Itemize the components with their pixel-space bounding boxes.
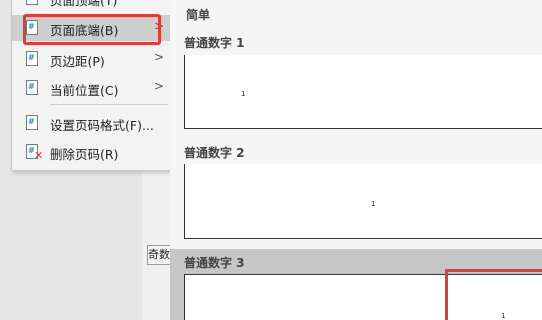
page-number-icon: # bbox=[26, 80, 38, 95]
menu-item-label: 页面顶端(T) bbox=[50, 0, 118, 8]
submenu-arrow-icon: > bbox=[154, 0, 164, 3]
page-number-preview: 1 bbox=[371, 200, 376, 208]
menu-separator bbox=[50, 104, 168, 105]
menu-item-label: 设置页码格式(F)... bbox=[50, 118, 154, 133]
gallery-option-plain-number-1[interactable]: 1 bbox=[184, 55, 542, 129]
gallery-option-title: 普通数字 3 bbox=[184, 256, 245, 270]
gallery-option-plain-number-2[interactable]: 1 bbox=[184, 164, 542, 239]
menu-item-label: 当前位置(C) bbox=[50, 83, 119, 98]
gallery-section-title: 简单 bbox=[186, 8, 211, 22]
menu-item-page-margin[interactable]: # 页边距(P) > bbox=[12, 46, 172, 72]
menu-item-current-position[interactable]: # 当前位置(C) > bbox=[12, 75, 172, 101]
submenu-arrow-icon: > bbox=[154, 79, 165, 93]
page-number-preview: 1 bbox=[241, 90, 246, 98]
page-number-icon: # bbox=[26, 0, 38, 5]
delete-page-number-icon: # ✕ bbox=[26, 144, 44, 162]
submenu-arrow-icon: > bbox=[154, 50, 165, 64]
menu-item-page-top[interactable]: # 页面顶端(T) > bbox=[12, 0, 172, 11]
page-number-icon: # bbox=[26, 51, 38, 66]
menu-item-remove-page-numbers[interactable]: # ✕ 删除页码(R) bbox=[12, 139, 172, 165]
gallery-option-title: 普通数字 1 bbox=[184, 36, 245, 50]
highlight-box bbox=[23, 14, 161, 45]
gallery-option-title: 普通数字 2 bbox=[184, 146, 245, 160]
page-number-gallery: 简单 普通数字 1 1 普通数字 2 1 普通数字 3 1 bbox=[170, 0, 542, 320]
menu-item-label: 页边距(P) bbox=[50, 54, 105, 69]
page-number-icon: # bbox=[26, 115, 38, 130]
menu-item-label: 删除页码(R) bbox=[50, 147, 119, 162]
highlight-box bbox=[445, 269, 542, 320]
menu-item-format-page-numbers[interactable]: # 设置页码格式(F)... bbox=[12, 110, 172, 136]
